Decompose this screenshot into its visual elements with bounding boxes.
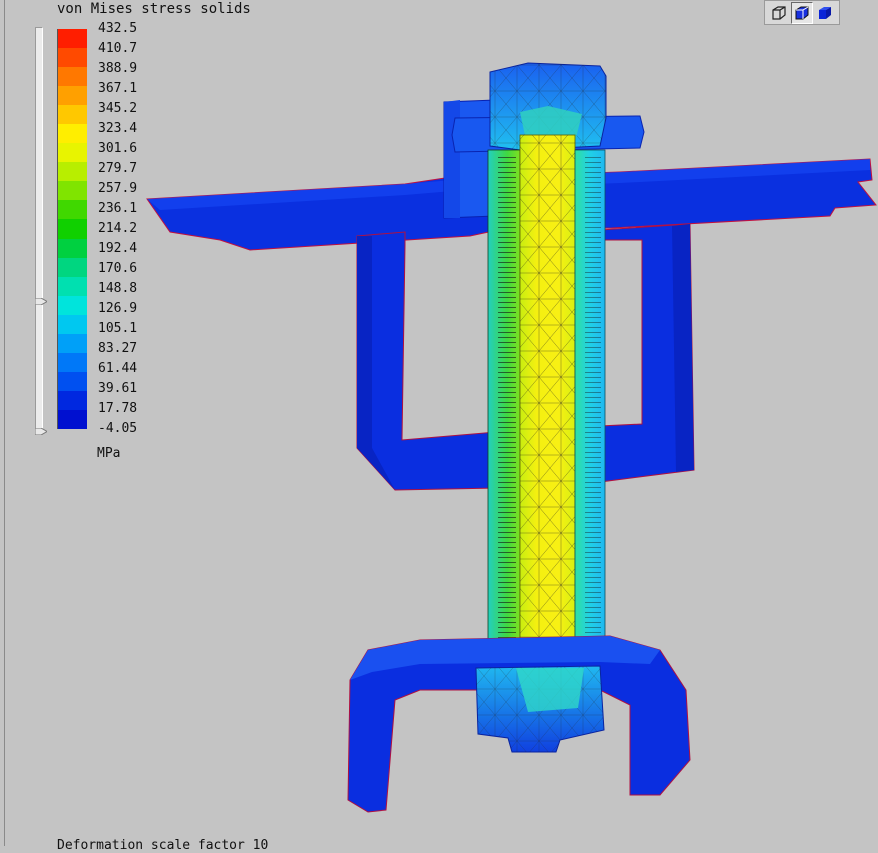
- color-scale-tick-label: 345.2: [98, 101, 138, 116]
- color-scale-segment: [58, 371, 87, 392]
- color-scale-segment: [58, 181, 87, 201]
- color-scale-tick-label: 126.9: [98, 301, 138, 316]
- color-scale-tick-label: 148.8: [98, 281, 138, 296]
- color-scale-segment: [58, 409, 87, 430]
- color-scale-tick-label: 410.7: [98, 41, 138, 56]
- color-scale-segment: [58, 295, 87, 316]
- color-scale-tick-label: 17.78: [98, 401, 138, 416]
- color-scale-tick-label: 388.9: [98, 61, 138, 76]
- slider-upper-thumb[interactable]: [35, 298, 47, 305]
- color-scale-segment: [58, 238, 87, 259]
- color-scale-tick-label: 214.2: [98, 221, 138, 236]
- wireframe-view-icon: [772, 5, 786, 20]
- color-scale-segment: [58, 276, 87, 297]
- slider-lower-thumb[interactable]: [35, 428, 47, 435]
- color-scale-segment: [58, 257, 87, 278]
- color-scale-tick-label: -4.05: [98, 421, 138, 436]
- color-scale-segment: [58, 143, 87, 163]
- color-scale-tick-label: 192.4: [98, 241, 138, 256]
- color-scale-tick-label: 323.4: [98, 121, 138, 136]
- color-scale-segment: [58, 390, 87, 411]
- color-scale-segment: [58, 200, 87, 220]
- color-scale-tick-label: 367.1: [98, 81, 138, 96]
- color-scale-tick-label: 105.1: [98, 321, 138, 336]
- units-label: MPa: [97, 446, 121, 461]
- range-slider-track[interactable]: [35, 27, 43, 433]
- color-scale-tick-label: 257.9: [98, 181, 138, 196]
- color-scale-segment: [58, 105, 87, 125]
- wireframe-view-button[interactable]: [768, 2, 790, 24]
- left-bracket: [356, 231, 499, 491]
- color-scale-tick-label: 61.44: [98, 361, 138, 376]
- color-scale-tick-label: 301.6: [98, 141, 138, 156]
- color-scale-tick-label: 83.27: [98, 341, 138, 356]
- color-scale-segment: [58, 333, 87, 354]
- hidden-line-view-button[interactable]: [790, 1, 813, 24]
- legend-title: von Mises stress solids: [57, 1, 251, 17]
- color-scale-segment: [58, 314, 87, 335]
- color-scale-segment: [58, 67, 87, 87]
- color-scale-segment: [58, 86, 87, 106]
- shaded-view-icon: [819, 6, 832, 19]
- fem-viewport[interactable]: von Mises stress solids 432.5 410.7 388.9 3…: [0, 0, 878, 853]
- color-scale-tick-label: 170.6: [98, 261, 138, 276]
- color-scale-bar: [57, 29, 87, 430]
- color-scale-segment: [58, 48, 87, 68]
- color-scale-tick-label: 39.61: [98, 381, 138, 396]
- color-scale-segment: [58, 124, 87, 144]
- shaded-view-button[interactable]: [814, 2, 836, 24]
- color-scale-segment: [58, 219, 87, 240]
- color-scale-tick-label: 432.5: [98, 21, 138, 36]
- color-scale-segment: [58, 352, 87, 373]
- color-scale-segment: [58, 29, 87, 49]
- color-scale-tick-label: 279.7: [98, 161, 138, 176]
- hidden-line-view-icon: [795, 6, 809, 19]
- view-mode-toolbar: [764, 0, 840, 25]
- color-scale-tick-label: 236.1: [98, 201, 138, 216]
- color-scale-segment: [58, 162, 87, 182]
